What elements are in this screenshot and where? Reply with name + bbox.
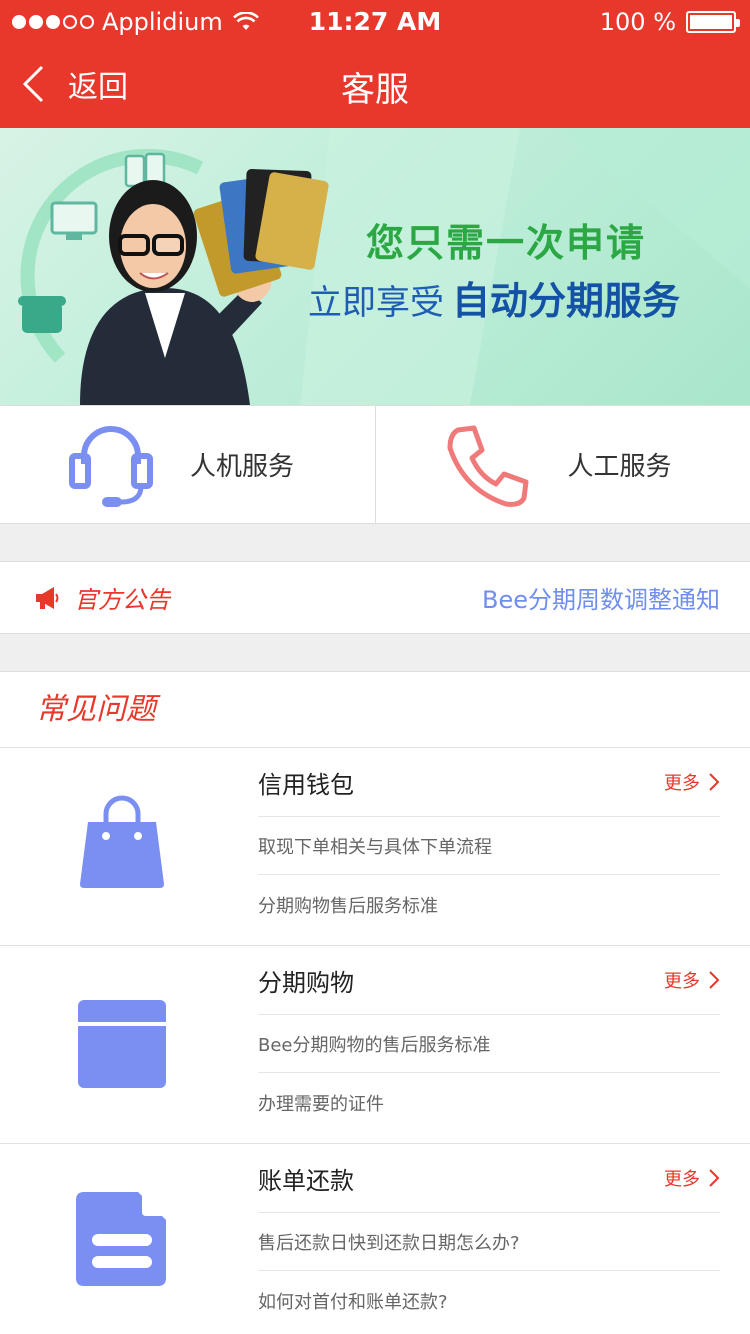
faq-title: 常见问题: [0, 672, 750, 748]
megaphone-icon: [36, 586, 59, 609]
faq-group-bill-repayment: 账单还款 更多 售后还款日快到还款日期怎么办? 如何对首付和账单还款?: [0, 1144, 750, 1334]
chevron-right-icon: [709, 1169, 720, 1187]
faq-group-header: 分期购物 更多: [258, 946, 720, 1015]
service-robot-button[interactable]: 人机服务: [0, 406, 375, 523]
telephone-icon: [18, 296, 66, 333]
more-label: 更多: [664, 971, 700, 992]
banner-subline-emphasis: 自动分期服务: [452, 279, 681, 323]
battery-percent: 100 %: [599, 8, 676, 36]
announcement-link[interactable]: Bee分期周数调整通知: [482, 580, 720, 615]
service-options: 人机服务 人工服务: [0, 405, 750, 524]
battery-icon: [686, 11, 740, 33]
phone-icon: [447, 425, 528, 507]
faq-category-title: 信用钱包: [258, 770, 354, 799]
faq-question[interactable]: 办理需要的证件: [258, 1074, 720, 1132]
faq-question[interactable]: Bee分期购物的售后服务标准: [258, 1015, 720, 1073]
more-button[interactable]: 更多: [664, 1165, 720, 1191]
faq-group-credit-wallet: 信用钱包 更多 取现下单相关与具体下单流程 分期购物售后服务标准: [0, 748, 750, 946]
faq-category-title: 分期购物: [258, 968, 354, 997]
faq-section: 常见问题 信用钱包 更多 取现下单相关与具体下单流程 分期购物售后服务标准 分期…: [0, 671, 750, 1334]
more-label: 更多: [664, 1169, 700, 1190]
more-button[interactable]: 更多: [664, 769, 720, 795]
header-bar: Applidium 11:27 AM 100 % 返回 客服: [0, 0, 750, 128]
faq-group-installment-shopping: 分期购物 更多 Bee分期购物的售后服务标准 办理需要的证件: [0, 946, 750, 1144]
more-button[interactable]: 更多: [664, 967, 720, 993]
faq-group-header: 信用钱包 更多: [258, 748, 720, 817]
shopping-bag-icon: [80, 795, 164, 888]
service-human-label: 人工服务: [567, 452, 672, 482]
faq-question[interactable]: 售后还款日快到还款日期怎么办?: [258, 1213, 720, 1271]
faq-question[interactable]: 如何对首付和账单还款?: [258, 1272, 720, 1330]
banner-subline: 立即享受 自动分期服务: [308, 270, 680, 325]
announcement-row[interactable]: 官方公告 Bee分期周数调整通知: [0, 561, 750, 634]
more-label: 更多: [664, 773, 700, 794]
chevron-right-icon: [709, 971, 720, 989]
promo-banner[interactable]: 您只需一次申请 立即享受 自动分期服务: [0, 128, 750, 405]
banner-subline-prefix: 立即享受: [308, 283, 444, 323]
document-icon: [76, 1192, 166, 1286]
chevron-right-icon: [709, 773, 720, 791]
faq-group-header: 账单还款 更多: [258, 1144, 720, 1213]
status-bar: Applidium 11:27 AM 100 %: [0, 0, 750, 40]
headset-icon: [69, 425, 153, 507]
nav-bar: 返回 客服: [0, 40, 750, 128]
computer-email-icon: [50, 201, 98, 240]
announcement-label: 官方公告: [74, 586, 170, 614]
faq-category-title: 账单还款: [258, 1166, 354, 1195]
service-human-button[interactable]: 人工服务: [374, 406, 750, 523]
faq-question[interactable]: 分期购物售后服务标准: [258, 876, 720, 934]
page-title: 客服: [341, 70, 409, 110]
battery-status: 100 %: [599, 8, 740, 36]
service-robot-label: 人机服务: [190, 452, 295, 482]
calendar-card-icon: [78, 1000, 166, 1088]
banner-headline: 您只需一次申请: [366, 221, 647, 265]
faq-question[interactable]: 取现下单相关与具体下单流程: [258, 817, 720, 875]
